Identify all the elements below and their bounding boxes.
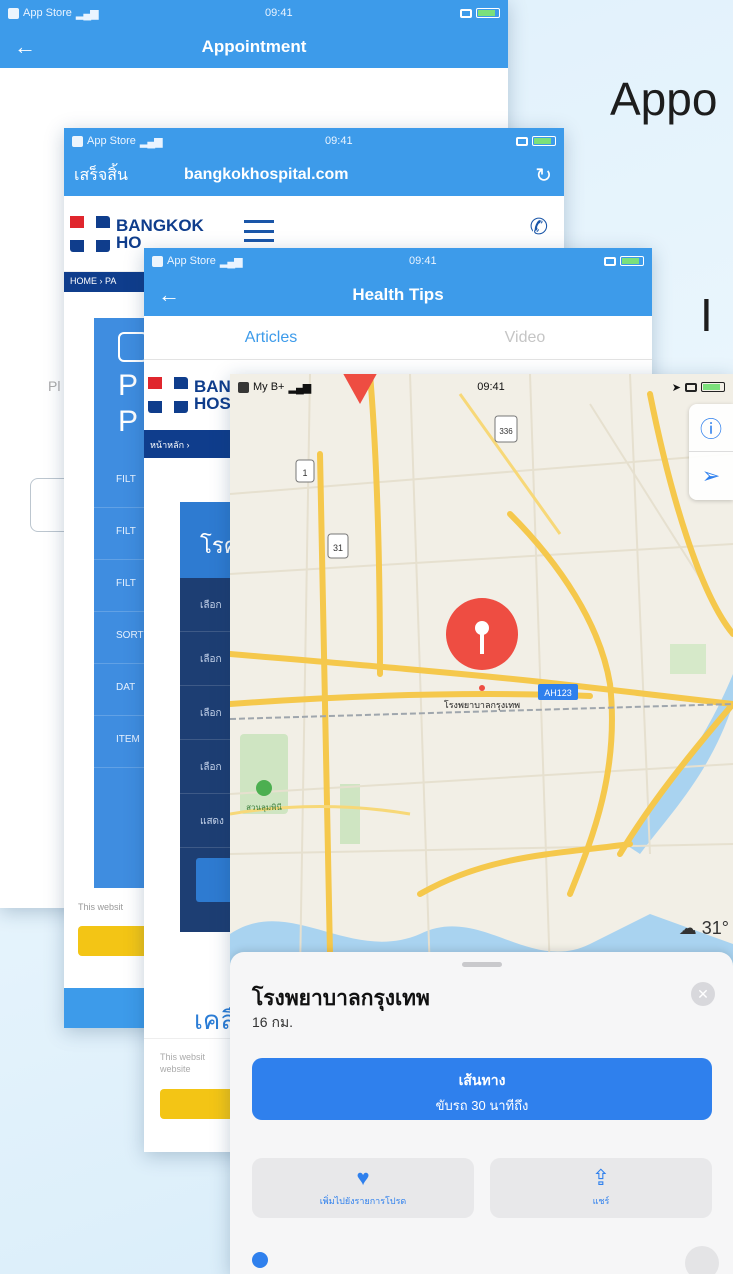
- sheet-grabber[interactable]: [462, 962, 502, 967]
- screen-mirror-icon: [459, 8, 472, 18]
- status-bar: App Store ▂▄▆ 09:41: [144, 248, 652, 274]
- app-store-icon: [72, 135, 83, 147]
- carrier-icon: [238, 381, 249, 393]
- svg-text:AH123: AH123: [544, 688, 572, 698]
- carrier-label: App Store: [167, 255, 216, 267]
- nav-title: Appointment: [201, 37, 307, 56]
- back-arrow-icon[interactable]: ←: [158, 282, 180, 308]
- health-tips-header: App Store ▂▄▆ 09:41 ← Health Tips: [144, 248, 652, 316]
- favorite-label: เพิ่มไปยังรายการโปรด: [319, 1196, 407, 1206]
- carrier-label: App Store: [23, 7, 72, 19]
- carrier-label: My B+: [253, 381, 285, 393]
- cookie-text: This websit website: [160, 1052, 206, 1074]
- tab-video[interactable]: Video: [398, 316, 652, 359]
- directions-eta: ขับรถ 30 นาทีถึง: [435, 1098, 529, 1113]
- heart-icon: ♥: [356, 1165, 370, 1190]
- side-subtitle: I: [700, 289, 713, 341]
- form-label: Pl: [48, 378, 61, 394]
- svg-text:336: 336: [499, 427, 513, 436]
- highway-shield-336: 336: [494, 415, 518, 443]
- status-bar: My B+ ▂▄▆ 09:41 ➤: [230, 374, 733, 400]
- share-icon: ⇪: [591, 1165, 611, 1190]
- more-info-icon[interactable]: [252, 1252, 268, 1268]
- road-badge: AH123: [538, 684, 578, 700]
- place-distance: 16 กม.: [252, 1014, 294, 1030]
- status-time: 09:41: [409, 255, 437, 267]
- done-button[interactable]: เสร็จสิ้น: [74, 163, 184, 188]
- maps-screen: My B+ ▂▄▆ 09:41 ➤ 1 31 336 AH123 สวนลุมพ…: [230, 374, 733, 1274]
- location-arrow-icon: ➤: [671, 381, 681, 394]
- status-time: 09:41: [325, 135, 353, 147]
- url-label: bangkokhospital.com: [184, 166, 349, 183]
- side-title: Appo: [610, 73, 718, 125]
- signal-icon: ▂▄▆: [288, 381, 311, 394]
- browser-header: App Store ▂▄▆ 09:41 เสร็จสิ้น bangkokhos…: [64, 128, 564, 196]
- app-store-icon: [8, 7, 19, 19]
- close-icon[interactable]: ✕: [691, 982, 715, 1006]
- browser-nav-bar: เสร็จสิ้น bangkokhospital.com ↻: [64, 154, 564, 196]
- bangkok-hospital-logo-icon[interactable]: [70, 215, 110, 252]
- signal-icon: ▂▄▆: [75, 7, 99, 20]
- battery-icon: [700, 382, 725, 392]
- content-tabs: Articles Video: [144, 316, 652, 360]
- more-options-button[interactable]: [685, 1246, 719, 1274]
- info-icon[interactable]: ⓘ: [689, 404, 733, 452]
- status-time: 09:41: [265, 7, 293, 19]
- cloud-icon: ☁: [678, 918, 697, 938]
- nav-bar: ← Appointment: [0, 26, 508, 68]
- favorite-button[interactable]: ♥ เพิ่มไปยังรายการโปรด: [252, 1158, 474, 1218]
- hamburger-menu-icon[interactable]: [244, 220, 274, 242]
- directions-button[interactable]: เส้นทาง ขับรถ 30 นาทีถึง: [252, 1058, 712, 1120]
- svg-text:1: 1: [302, 468, 307, 478]
- svg-text:โรงพยาบาลกรุงเทพ: โรงพยาบาลกรุงเทพ: [444, 700, 520, 711]
- signal-icon: ▂▄▆: [219, 255, 243, 268]
- carrier-label: App Store: [87, 135, 136, 147]
- bangkok-hospital-logo-icon[interactable]: [148, 377, 188, 413]
- place-name: โรงพยาบาลกรุงเทพ: [252, 987, 430, 1010]
- screen-mirror-icon: [515, 136, 528, 146]
- logo-text: BANGKOK HO: [116, 215, 204, 252]
- back-arrow-icon[interactable]: ←: [14, 34, 36, 60]
- place-card: โรงพยาบาลกรุงเทพ 16 กม. ✕ เส้นทาง ขับรถ …: [230, 952, 733, 1274]
- share-label: แชร์: [592, 1196, 610, 1206]
- status-time: 09:41: [477, 381, 505, 393]
- signal-icon: ▂▄▆: [139, 135, 163, 148]
- highway-shield-31: 31: [327, 533, 349, 559]
- battery-icon: [531, 136, 556, 146]
- phone-icon[interactable]: ✆: [530, 214, 548, 240]
- battery-icon: [619, 256, 644, 266]
- appointment-header: App Store ▂▄▆ 09:41 ← Appointment: [0, 0, 508, 68]
- screen-mirror-icon: [603, 256, 616, 266]
- nav-bar: ← Health Tips: [144, 274, 652, 316]
- weather-badge: ☁ 31°: [679, 918, 729, 939]
- status-bar: App Store ▂▄▆ 09:41: [64, 128, 564, 154]
- reload-icon[interactable]: ↻: [535, 163, 552, 188]
- share-button[interactable]: ⇪ แชร์: [490, 1158, 712, 1218]
- status-bar: App Store ▂▄▆ 09:41: [0, 0, 508, 26]
- svg-text:31: 31: [333, 543, 343, 553]
- location-arrow-icon[interactable]: ➢: [689, 452, 733, 500]
- screen-mirror-icon: [684, 382, 697, 392]
- map-view[interactable]: 1 31 336 AH123 สวนลุมพินี โรงพยาบาลกรุงเ…: [230, 374, 733, 974]
- app-store-icon: [152, 255, 163, 267]
- tab-articles[interactable]: Articles: [144, 316, 398, 359]
- battery-icon: [475, 8, 500, 18]
- highway-shield-1: 1: [295, 459, 315, 483]
- directions-label: เส้นทาง: [458, 1072, 506, 1088]
- svg-text:สวนลุมพินี: สวนลุมพินี: [246, 803, 282, 812]
- weather-temp: 31°: [701, 918, 729, 938]
- nav-title: Health Tips: [352, 285, 444, 304]
- map-controls: ⓘ ➢: [689, 404, 733, 500]
